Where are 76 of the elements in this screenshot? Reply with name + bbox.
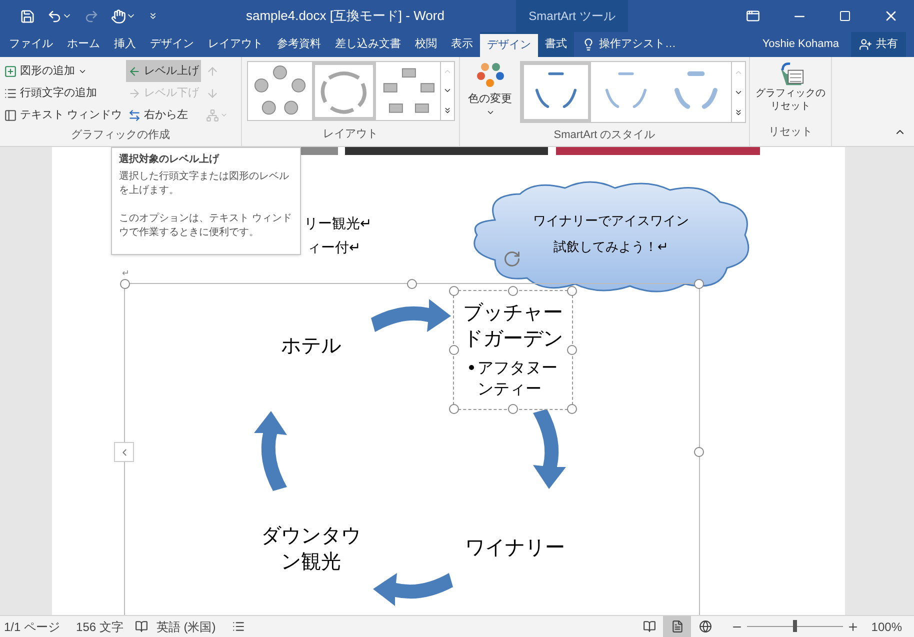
- language-label[interactable]: 英語 (米国): [156, 618, 216, 636]
- ribbon-tab[interactable]: デザイン: [480, 32, 538, 57]
- ribbon-button[interactable]: 行頭文字の追加: [2, 82, 124, 104]
- group-caption: グラフィックの作成: [71, 128, 170, 142]
- ribbon-button[interactable]: 右から左: [126, 104, 202, 126]
- text-pane-icon: [4, 108, 17, 122]
- zoom-in-icon[interactable]: [847, 620, 860, 632]
- tooltip-title: 選択対象のレベル上げ: [119, 153, 220, 167]
- ribbon-button[interactable]: レベル上げ: [126, 60, 202, 82]
- ribbon-tab[interactable]: 挿入: [107, 32, 143, 57]
- group-caption: リセット: [768, 126, 812, 138]
- cycle-circles-icon: [252, 65, 308, 117]
- ribbon-tab[interactable]: デザイン: [143, 32, 201, 57]
- bullet-text: ンティー: [478, 378, 542, 399]
- word-count: 156 文字: [76, 618, 124, 636]
- view-button[interactable]: [663, 616, 692, 637]
- add-shape-icon: [4, 64, 17, 78]
- gallery-item[interactable]: [521, 62, 591, 122]
- zoom-slider-thumb[interactable]: [793, 620, 798, 632]
- lightbulb-icon: [582, 38, 595, 51]
- text-pane-toggle[interactable]: [114, 442, 134, 462]
- customize-icon[interactable]: [148, 11, 158, 21]
- arrow-left-icon: [128, 64, 142, 78]
- user-name: Yoshie Kohama: [762, 37, 840, 52]
- reset-graphic-button[interactable]: グラフィックの リセット: [756, 61, 826, 113]
- callout-text: ワイナリーでアイスワイン: [533, 212, 689, 230]
- ribbon-button[interactable]: テキスト ウィンドウ: [2, 104, 124, 126]
- bullet-text: アフタヌー: [478, 357, 558, 378]
- node-text: ダウンタウ: [261, 522, 361, 548]
- group-caption: SmartArt のスタイル: [554, 128, 656, 142]
- tooltip-text: 選択した行頭文字または図形のレベルを上げます。: [119, 170, 290, 198]
- share-button[interactable]: 共有: [851, 32, 906, 57]
- page-count: 1/1 ページ: [3, 618, 60, 636]
- window-title: sample4.docx [互換モード] - Word: [246, 7, 444, 26]
- tooltip-text: このオプションは、テキスト ウィンドウで作業するときに便利です。: [119, 212, 293, 240]
- ribbon-tab[interactable]: レイアウト: [201, 32, 270, 57]
- contextual-header: SmartArt ツール: [516, 0, 628, 32]
- ribbon-button[interactable]: 図形の追加: [2, 60, 124, 82]
- tell-me-field[interactable]: 操作アシスト…: [599, 36, 676, 53]
- group-caption: レイアウト: [323, 128, 378, 140]
- ribbon-tab[interactable]: ファイル: [2, 32, 60, 57]
- ribbon-tab[interactable]: 参考資料: [270, 32, 328, 57]
- more-icon[interactable]: [442, 106, 452, 115]
- node-text: ホテル: [281, 332, 341, 358]
- zoom-level[interactable]: 100%: [871, 618, 902, 636]
- user-plus-icon[interactable]: [859, 38, 872, 51]
- web-layout-icon[interactable]: [698, 620, 712, 633]
- body-text: リー観光↵: [304, 214, 372, 233]
- ribbon-tab[interactable]: 表示: [444, 32, 480, 57]
- macro-icon[interactable]: [232, 620, 245, 633]
- node-text: ブッチャー: [463, 299, 563, 325]
- proofing-icon[interactable]: [135, 620, 148, 633]
- ribbon-tab[interactable]: 差し込み文書: [328, 32, 408, 57]
- bullet-list-icon: [4, 86, 17, 100]
- callout-text: 試飲してみよう！↵: [554, 238, 668, 256]
- body-text: ィー付↵: [307, 238, 361, 257]
- more-icon[interactable]: [734, 108, 743, 116]
- bullet-icon: [468, 365, 474, 370]
- undo-icon[interactable]: [47, 8, 62, 24]
- read-mode-icon[interactable]: [642, 620, 656, 633]
- rotate-handle-icon[interactable]: [503, 250, 521, 268]
- maximize-icon[interactable]: [839, 10, 851, 22]
- print-layout-icon[interactable]: [670, 620, 684, 633]
- ribbon-tab[interactable]: 書式: [538, 32, 574, 57]
- ribbon-display-icon[interactable]: [746, 9, 760, 23]
- swap-arrows-icon: [128, 108, 142, 122]
- ribbon-tab[interactable]: 校閲: [408, 32, 444, 57]
- ribbon-tab[interactable]: ホーム: [60, 32, 107, 57]
- node-text: ン観光: [281, 548, 341, 574]
- node-text: ワイナリー: [465, 534, 565, 560]
- save-icon[interactable]: [20, 8, 35, 24]
- change-colors-button[interactable]: 色の変更: [464, 61, 516, 116]
- arrow-right-icon: [128, 86, 142, 100]
- paragraph-mark: ↵: [122, 267, 130, 280]
- node-text: ドガーデン: [463, 325, 563, 351]
- hand-icon[interactable]: [111, 8, 126, 24]
